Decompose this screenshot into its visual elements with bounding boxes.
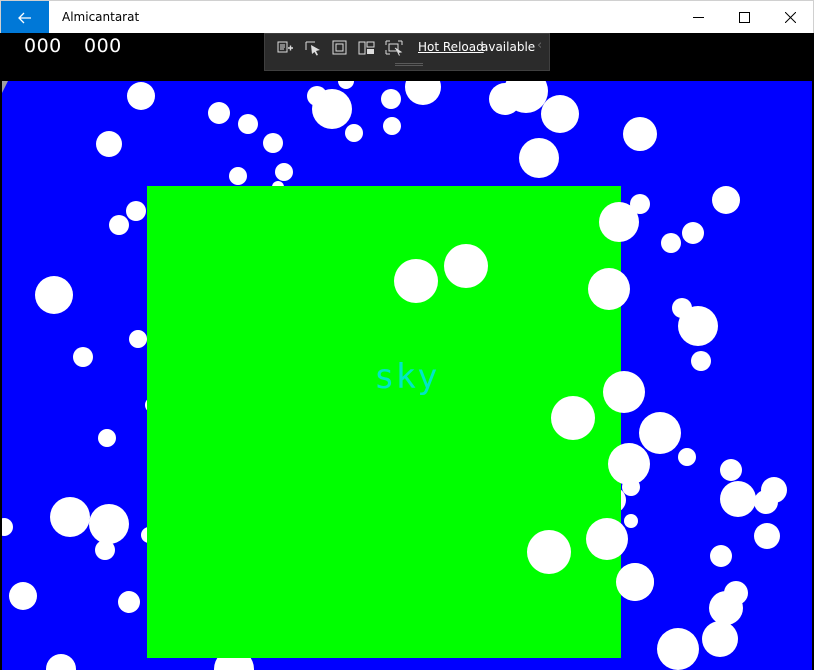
close-icon	[784, 12, 796, 23]
back-arrow-icon	[18, 12, 31, 23]
snow-layer-front	[394, 202, 654, 601]
play-field[interactable]: sky	[2, 81, 812, 670]
back-button[interactable]	[1, 1, 49, 34]
display-layout-adorners-icon[interactable]	[331, 40, 349, 56]
hot-reload-status: available	[481, 40, 536, 54]
xaml-binding-icon[interactable]	[385, 40, 403, 56]
collapse-chevron-icon[interactable]: ‹	[537, 38, 542, 53]
minimize-icon	[692, 17, 704, 18]
game-canvas[interactable]: 000 000 sky Hot Reload available ‹	[0, 33, 814, 670]
track-focus-icon[interactable]	[358, 40, 376, 56]
hot-reload-link[interactable]: Hot Reload	[418, 40, 484, 54]
toolbar-drag-grip[interactable]	[395, 63, 423, 66]
score-right: 000	[84, 35, 122, 57]
minimize-button[interactable]	[675, 1, 721, 34]
select-element-icon[interactable]	[305, 40, 323, 56]
maximize-button[interactable]	[721, 1, 767, 34]
hot-reload-toolbar: Hot Reload available ‹	[264, 33, 550, 71]
window-title: Almicantarat	[62, 10, 140, 24]
close-button[interactable]	[767, 1, 813, 34]
score-left: 000	[24, 35, 62, 57]
maximize-icon	[738, 12, 750, 23]
title-bar: Almicantarat	[0, 0, 814, 34]
live-visual-tree-icon[interactable]	[277, 40, 295, 56]
